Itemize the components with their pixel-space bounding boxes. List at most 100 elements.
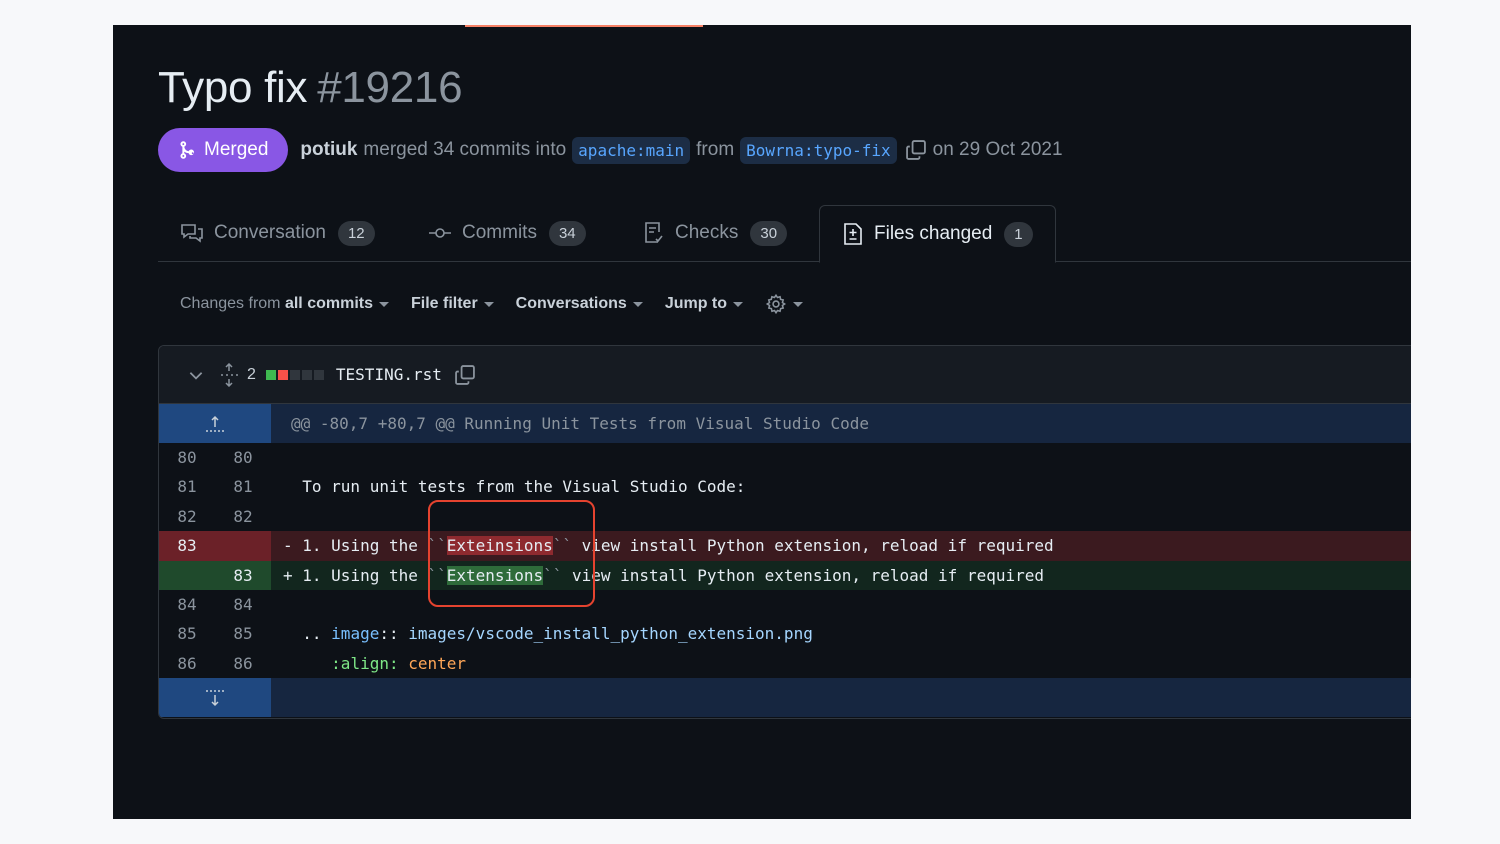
status-label: Merged <box>204 139 269 160</box>
old-line-number[interactable]: 83 <box>159 531 215 561</box>
chevron-down-icon[interactable] <box>187 366 205 384</box>
chevron-down-icon <box>378 301 389 307</box>
image-path: images/vscode_install_python_extension.p… <box>408 624 813 644</box>
diff-line: 82 82 <box>159 502 1411 531</box>
git-merge-icon <box>180 141 195 159</box>
author-link[interactable]: potiuk <box>300 139 357 161</box>
new-line-number[interactable] <box>215 531 271 561</box>
expand-up-icon[interactable] <box>159 404 271 443</box>
added-line: 83 + 1. Using the ``Extensions`` view in… <box>159 560 1411 590</box>
gear-icon <box>765 293 787 315</box>
code-text: .. <box>283 624 332 644</box>
tab-label: Files changed <box>874 223 993 244</box>
file-diff: 2 TESTING.rst @@ -80,7 +80,7 @@ Running … <box>158 345 1411 719</box>
copy-icon[interactable] <box>905 139 927 161</box>
new-line-number[interactable]: 86 <box>215 649 271 678</box>
hunk-header-row: @@ -80,7 +80,7 @@ Running Unit Tests fro… <box>159 404 1411 443</box>
tab-count: 12 <box>337 220 375 246</box>
diff-line: 85 85 .. image:: images/vscode_install_p… <box>159 619 1411 648</box>
new-line-number[interactable]: 81 <box>215 472 271 501</box>
tab-count: 30 <box>750 220 788 246</box>
diff-marker: - <box>283 536 293 556</box>
new-line-number[interactable]: 83 <box>215 560 271 590</box>
diff-toolbar: Changes from all commits File filter Con… <box>180 291 825 317</box>
file-name[interactable]: TESTING.rst <box>336 365 442 384</box>
merged-text: merged 34 commits into <box>363 139 567 160</box>
code-text: :: <box>379 624 409 644</box>
line-code: :align: center <box>271 649 1411 678</box>
chevron-down-icon <box>632 301 643 307</box>
chevron-down-icon <box>483 301 494 307</box>
diffstat-neutral <box>313 369 324 380</box>
highlight-annotation <box>428 500 595 607</box>
tab-commits[interactable]: Commits 34 <box>428 205 586 261</box>
tab-indicator <box>465 25 703 27</box>
diffstat-neutral <box>301 369 312 380</box>
new-line-number[interactable]: 80 <box>215 443 271 472</box>
file-filter-label: File filter <box>410 295 478 312</box>
deleted-line: 83 - 1. Using the ``Exteinsions`` view i… <box>159 531 1411 561</box>
pr-tabs: Conversation 12 Commits 34 Checks 30 Fil… <box>158 205 1411 263</box>
old-line-number[interactable] <box>159 560 215 590</box>
code-text: view install Python extension, reload if… <box>562 565 1044 585</box>
base-branch[interactable]: apache:main <box>572 136 691 164</box>
tab-count: 34 <box>548 220 586 246</box>
old-line-number[interactable]: 80 <box>159 443 215 472</box>
rst-option: :align: <box>331 653 399 673</box>
diff-line: 81 81 To run unit tests from the Visual … <box>159 472 1411 501</box>
checklist-icon <box>645 222 663 243</box>
expand-row <box>159 678 1411 718</box>
tab-label: Checks <box>675 222 739 243</box>
app-window: Typo fix #19216 Merged potiuk merged 34 c… <box>113 25 1411 819</box>
changes-prefix: Changes from <box>180 295 281 312</box>
code-text: 1. Using the <box>292 565 428 585</box>
old-line-number[interactable]: 84 <box>159 590 215 619</box>
merge-date: on 29 Oct 2021 <box>932 139 1063 160</box>
pr-title: Typo fix <box>158 63 308 112</box>
file-diff-icon <box>844 223 862 245</box>
tab-conversation[interactable]: Conversation 12 <box>180 205 375 261</box>
file-filter-dropdown[interactable]: File filter <box>411 295 494 313</box>
line-code: To run unit tests from the Visual Studio… <box>283 477 746 497</box>
status-badge: Merged <box>158 128 289 172</box>
diff-marker: + <box>283 565 293 585</box>
new-line-number[interactable]: 84 <box>215 590 271 619</box>
code-text: 1. Using the <box>292 536 428 556</box>
tab-files-changed[interactable]: Files changed 1 <box>819 205 1056 263</box>
old-line-number[interactable]: 82 <box>159 502 215 531</box>
conversations-label: Conversations <box>515 295 627 312</box>
line-code: .. image:: images/vscode_install_python_… <box>271 619 1411 648</box>
tab-label: Conversation <box>214 222 326 243</box>
diffstat-neutral <box>289 369 300 380</box>
page-title: Typo fix #19216 <box>158 63 463 113</box>
jump-to-dropdown[interactable]: Jump to <box>665 295 744 313</box>
old-line-number[interactable]: 86 <box>159 649 215 678</box>
copy-icon[interactable] <box>454 364 476 386</box>
new-line-number[interactable]: 82 <box>215 502 271 531</box>
changes-count: 2 <box>247 365 256 383</box>
diffstat-added <box>265 369 276 380</box>
expand-icon[interactable] <box>219 362 239 387</box>
changes-from-dropdown[interactable]: Changes from all commits <box>180 295 389 313</box>
chevron-down-icon <box>733 301 744 307</box>
chevron-down-icon <box>793 301 804 307</box>
expand-down-icon[interactable] <box>159 678 271 718</box>
settings-dropdown[interactable] <box>765 293 804 315</box>
old-line-number[interactable]: 85 <box>159 619 215 648</box>
rst-directive: image <box>331 624 380 644</box>
rst-option-value: center <box>398 653 467 673</box>
tab-label: Commits <box>462 222 537 243</box>
tab-checks[interactable]: Checks 30 <box>643 205 788 261</box>
diff-line: 86 86 :align: center <box>159 649 1411 678</box>
diffstat-deleted <box>277 369 288 380</box>
head-branch[interactable]: Bowrna:typo-fix <box>740 136 897 164</box>
old-line-number[interactable]: 81 <box>159 472 215 501</box>
conversations-dropdown[interactable]: Conversations <box>516 295 643 313</box>
hunk-header: @@ -80,7 +80,7 @@ Running Unit Tests fro… <box>291 414 869 433</box>
diff-line: 80 80 <box>159 443 1411 472</box>
new-line-number[interactable]: 85 <box>215 619 271 648</box>
changes-value: all commits <box>284 295 373 312</box>
pr-number: #19216 <box>317 63 463 112</box>
